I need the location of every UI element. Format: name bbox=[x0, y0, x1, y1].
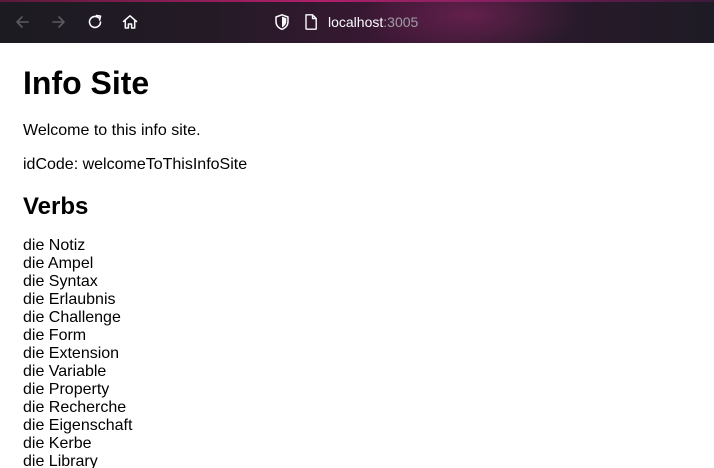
welcome-text: Welcome to this info site. bbox=[23, 122, 201, 139]
forward-arrow-icon bbox=[52, 16, 65, 28]
browser-toolbar: localhost:3005 bbox=[0, 0, 714, 43]
list-item: die Extension bbox=[23, 345, 120, 362]
list-item: die Property bbox=[23, 381, 110, 398]
url-text[interactable]: localhost:3005 bbox=[328, 14, 418, 30]
list-item: die Notiz bbox=[23, 237, 86, 254]
id-code-text: idCode: welcomeToThisInfoSite bbox=[23, 156, 248, 173]
verbs-list: die Notiz die Ampel die Syntax die Erlau… bbox=[23, 237, 691, 468]
home-button[interactable] bbox=[118, 10, 142, 34]
reload-icon bbox=[88, 14, 102, 29]
list-item: die Kerbe bbox=[23, 435, 92, 452]
page-icon[interactable] bbox=[303, 13, 319, 31]
home-icon bbox=[122, 15, 138, 29]
shield-icon[interactable] bbox=[273, 13, 291, 31]
list-item: die Challenge bbox=[23, 309, 121, 326]
verbs-heading: Verbs bbox=[23, 193, 89, 220]
list-item: die Erlaubnis bbox=[23, 291, 116, 308]
url-host: localhost bbox=[328, 14, 384, 30]
reload-button[interactable] bbox=[83, 10, 107, 34]
list-item: die Syntax bbox=[23, 273, 98, 290]
list-item: die Ampel bbox=[23, 255, 94, 272]
list-item: die Library bbox=[23, 453, 98, 468]
url-port: :3005 bbox=[383, 14, 419, 30]
page-content: Info Site Welcome to this info site. idC… bbox=[0, 65, 714, 468]
back-button[interactable] bbox=[10, 10, 34, 34]
list-item: die Eigenschaft bbox=[23, 417, 133, 434]
list-item: die Form bbox=[23, 327, 87, 344]
page-title: Info Site bbox=[23, 65, 150, 101]
list-item: die Variable bbox=[23, 363, 107, 380]
url-bar[interactable]: localhost:3005 bbox=[268, 8, 568, 36]
forward-button[interactable] bbox=[47, 10, 71, 34]
list-item: die Recherche bbox=[23, 399, 127, 416]
back-arrow-icon bbox=[16, 16, 29, 28]
